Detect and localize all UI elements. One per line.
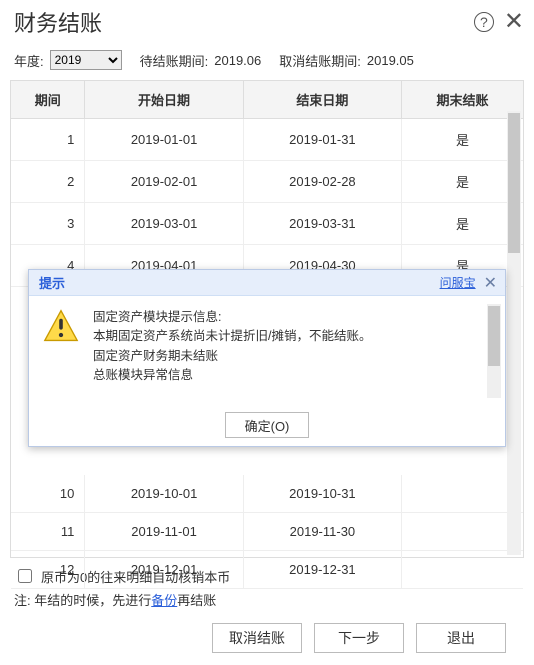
cell-start: 2019-01-01 (85, 119, 243, 161)
cancel-period-value: 2019.05 (367, 53, 414, 68)
next-button[interactable]: 下一步 (314, 623, 404, 653)
cell-end: 2019-02-28 (243, 161, 401, 203)
cell-period: 12 (11, 551, 85, 589)
filter-bar: 年度: 2019 待结账期间: 2019.06 取消结账期间: 2019.05 (0, 42, 534, 80)
page-title: 财务结账 (14, 6, 102, 38)
help-icon[interactable]: ? (474, 12, 494, 32)
pending-label: 待结账期间: (140, 51, 209, 70)
cell-end: 2019-01-31 (243, 119, 401, 161)
warning-icon (43, 308, 79, 344)
cell-start: 2019-02-01 (85, 161, 243, 203)
th-closed: 期末结账 (402, 81, 523, 119)
dialog-ok-button[interactable]: 确定(O) (225, 412, 309, 438)
cell-end: 2019-11-30 (243, 513, 401, 551)
table-row[interactable]: 22019-02-012019-02-28是 (11, 161, 523, 203)
cell-period: 11 (11, 513, 85, 551)
cell-start: 2019-11-01 (85, 513, 243, 551)
cell-end: 2019-03-31 (243, 203, 401, 245)
table-row[interactable]: 112019-11-012019-11-30 (11, 513, 523, 551)
cell-start: 2019-12-01 (85, 551, 243, 589)
table-row[interactable]: 12019-01-012019-01-31是 (11, 119, 523, 161)
th-period: 期间 (11, 81, 85, 119)
cell-start: 2019-03-01 (85, 203, 243, 245)
cell-closed: 是 (402, 203, 523, 245)
table-row[interactable]: 122019-12-012019-12-31 (11, 551, 523, 589)
cancel-close-button[interactable]: 取消结账 (212, 623, 302, 653)
table-scrollbar[interactable] (507, 111, 521, 555)
cell-period: 10 (11, 475, 85, 513)
dialog-scrollbar-thumb[interactable] (488, 306, 500, 366)
dialog-close-icon[interactable]: ✕ (484, 273, 497, 293)
year-select[interactable]: 2019 (50, 50, 122, 70)
cell-period: 3 (11, 203, 85, 245)
cell-period: 2 (11, 161, 85, 203)
ask-service-link[interactable]: 问服宝 (440, 274, 476, 291)
backup-link[interactable]: 备份 (151, 593, 177, 608)
cell-closed: 是 (402, 119, 523, 161)
th-end: 结束日期 (243, 81, 401, 119)
header: 财务结账 ? ✕ (0, 0, 534, 42)
close-icon[interactable]: ✕ (504, 10, 524, 34)
table-row[interactable]: 32019-03-012019-03-31是 (11, 203, 523, 245)
cell-start: 2019-10-01 (85, 475, 243, 513)
dialog-scrollbar[interactable] (487, 304, 501, 398)
table-row[interactable]: 102019-10-012019-10-31 (11, 475, 523, 513)
cell-closed (402, 475, 523, 513)
pending-value: 2019.06 (214, 53, 261, 68)
table-scrollbar-thumb[interactable] (508, 113, 520, 253)
cell-closed (402, 551, 523, 589)
cell-end: 2019-10-31 (243, 475, 401, 513)
cancel-period-label: 取消结账期间: (279, 51, 361, 70)
info-dialog: 提示 问服宝 ✕ 固定资产模块提示信息: 本期固定资产系统尚未计提折旧/摊销，不… (28, 269, 506, 447)
exit-button[interactable]: 退出 (416, 623, 506, 653)
cell-end: 2019-12-31 (243, 551, 401, 589)
dialog-title: 提示 (39, 273, 65, 292)
th-start: 开始日期 (85, 81, 243, 119)
cell-closed: 是 (402, 161, 523, 203)
year-label: 年度: (14, 51, 44, 70)
dialog-message: 固定资产模块提示信息: 本期固定资产系统尚未计提折旧/摊销，不能结账。 固定资产… (93, 308, 495, 406)
note-text: 注: 年结的时候，先进行备份再结账 (14, 590, 520, 609)
cell-closed (402, 513, 523, 551)
cell-period: 1 (11, 119, 85, 161)
